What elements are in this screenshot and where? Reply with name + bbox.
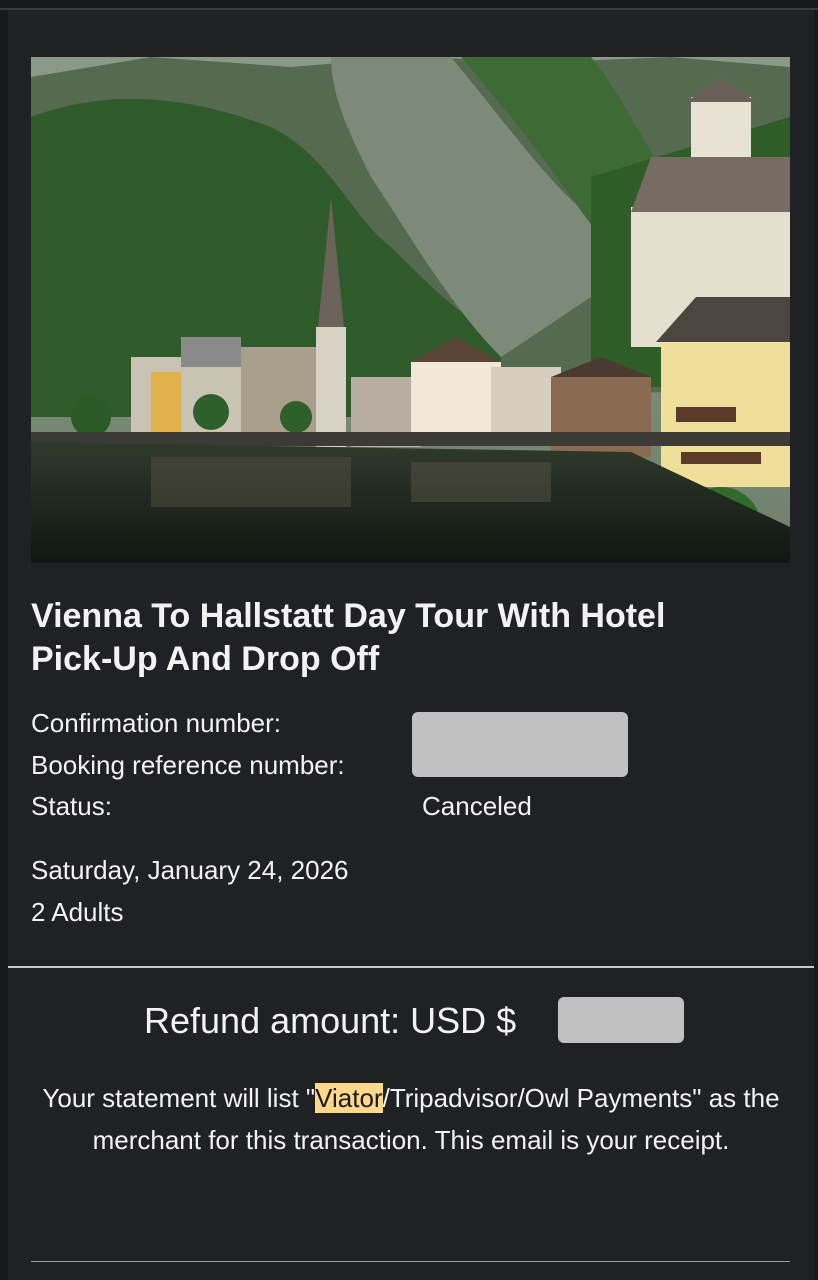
statement-notice: Your statement will list "Viator/Tripadv… — [38, 1077, 784, 1161]
email-card: Vienna To Hallstatt Day Tour With Hotel … — [8, 10, 814, 1280]
tour-title: Vienna To Hallstatt Day Tour With Hotel … — [31, 595, 801, 681]
statement-text-start: Your statement will list " — [42, 1083, 316, 1113]
section-divider — [8, 966, 814, 968]
tour-title-line1: Vienna To Hallstatt Day Tour With Hotel — [31, 597, 666, 635]
redacted-refund-amount — [558, 997, 684, 1043]
merchant-highlight: Viator — [315, 1083, 383, 1113]
status-label: Status: — [31, 791, 112, 821]
redacted-booking-numbers — [412, 712, 628, 777]
hero-image — [31, 57, 790, 563]
refund-label: Refund amount: USD $ — [144, 1000, 517, 1041]
traveler-count: 2 Adults — [31, 897, 124, 927]
status-value: Canceled — [422, 791, 532, 821]
tour-date: Saturday, January 24, 2026 — [31, 855, 349, 885]
booking-reference-label: Booking reference number: — [31, 750, 345, 780]
confirmation-label: Confirmation number: — [31, 708, 281, 738]
bottom-divider — [31, 1261, 790, 1262]
tour-title-line2: Pick-Up And Drop Off — [31, 640, 380, 678]
